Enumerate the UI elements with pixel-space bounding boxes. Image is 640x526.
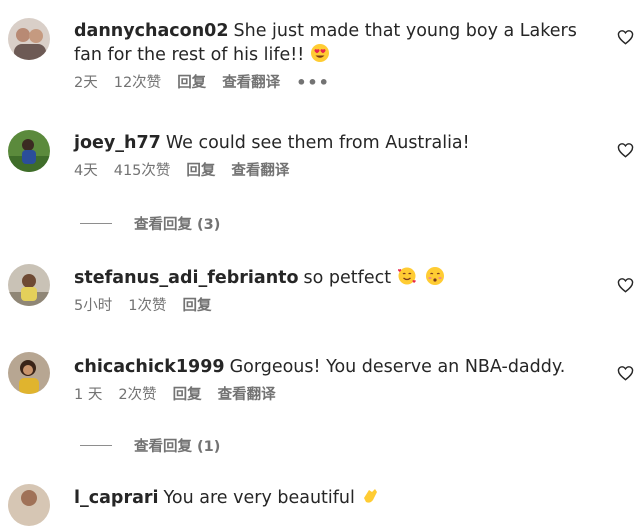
view-replies-button[interactable]: 查看回复 (3) — [80, 213, 220, 234]
comment-body: joey_h77 We could see them from Australia… — [74, 131, 604, 181]
reply-button[interactable]: 回复 — [186, 161, 215, 181]
comment-time: 1 天 — [74, 387, 103, 403]
comment-content: You are very beautiful — [163, 488, 355, 508]
avatar[interactable] — [8, 484, 50, 526]
comment-meta: 5小时 1次赞 回复 — [74, 296, 604, 316]
comment-text: stefanus_adi_febrianto so petfect — [74, 266, 604, 290]
comment-text: joey_h77 We could see them from Australia… — [74, 131, 604, 155]
comment-text: chicachick1999 Gorgeous! You deserve an N… — [74, 355, 604, 379]
see-translation-button[interactable]: 查看翻译 — [218, 385, 276, 405]
divider-line — [80, 445, 112, 446]
comment-meta: 2天 12次赞 回复 查看翻译 ••• — [74, 73, 604, 93]
comment-content: We could see them from Australia! — [165, 133, 470, 153]
avatar[interactable] — [8, 352, 50, 394]
view-replies-label: 查看回复 (1) — [134, 439, 221, 455]
comment-likes[interactable]: 415次赞 — [114, 161, 171, 181]
comment-username[interactable]: joey_h77 — [74, 133, 161, 153]
avatar[interactable] — [8, 18, 50, 60]
like-heart-icon[interactable] — [617, 277, 634, 293]
like-heart-icon[interactable] — [617, 142, 634, 158]
like-heart-icon[interactable] — [617, 365, 634, 381]
comment-username[interactable]: stefanus_adi_febrianto — [74, 268, 299, 288]
heart-eyes-emoji — [310, 44, 329, 62]
view-replies-label: 查看回复 (3) — [134, 217, 221, 233]
comment-likes[interactable]: 2次赞 — [118, 385, 156, 405]
comment-body: stefanus_adi_febrianto so petfect 5小时 1次赞 — [74, 266, 604, 316]
see-translation-button[interactable]: 查看翻译 — [231, 161, 289, 181]
more-options-icon[interactable]: ••• — [296, 73, 330, 93]
comment-username[interactable]: chicachick1999 — [74, 357, 225, 377]
comment-time: 4天 — [74, 163, 98, 179]
comment-body: dannychacon02 She just made that young bo… — [74, 19, 604, 93]
comment-body: l_caprari You are very beautiful — [74, 486, 604, 510]
comment-likes[interactable]: 12次赞 — [114, 73, 161, 93]
reply-button[interactable]: 回复 — [173, 385, 202, 405]
reply-button[interactable]: 回复 — [177, 73, 206, 93]
comment-text: dannychacon02 She just made that young bo… — [74, 19, 604, 67]
like-heart-icon[interactable] — [617, 29, 634, 45]
clapping-hands-emoji — [364, 489, 378, 503]
smiling-face-with-hearts-emoji — [397, 267, 416, 285]
comment-time: 2天 — [74, 75, 98, 91]
comment-body: chicachick1999 Gorgeous! You deserve an N… — [74, 355, 604, 405]
comment-meta: 4天 415次赞 回复 查看翻译 — [74, 161, 604, 181]
comment-username[interactable]: dannychacon02 — [74, 21, 229, 41]
view-replies-button[interactable]: 查看回复 (1) — [80, 435, 220, 456]
comment-content: Gorgeous! You deserve an NBA-daddy. — [229, 357, 566, 377]
reply-button[interactable]: 回复 — [182, 296, 211, 316]
see-translation-button[interactable]: 查看翻译 — [222, 73, 280, 93]
kissing-face-emoji — [426, 267, 445, 285]
comment-text: l_caprari You are very beautiful — [74, 486, 604, 510]
comment-likes[interactable]: 1次赞 — [128, 296, 166, 316]
comment-username[interactable]: l_caprari — [74, 488, 159, 508]
divider-line — [80, 223, 112, 224]
avatar[interactable] — [8, 264, 50, 306]
comment-time: 5小时 — [74, 298, 113, 314]
comment-meta: 1 天 2次赞 回复 查看翻译 — [74, 385, 604, 405]
avatar[interactable] — [8, 130, 50, 172]
comment-content: so petfect — [303, 268, 392, 288]
